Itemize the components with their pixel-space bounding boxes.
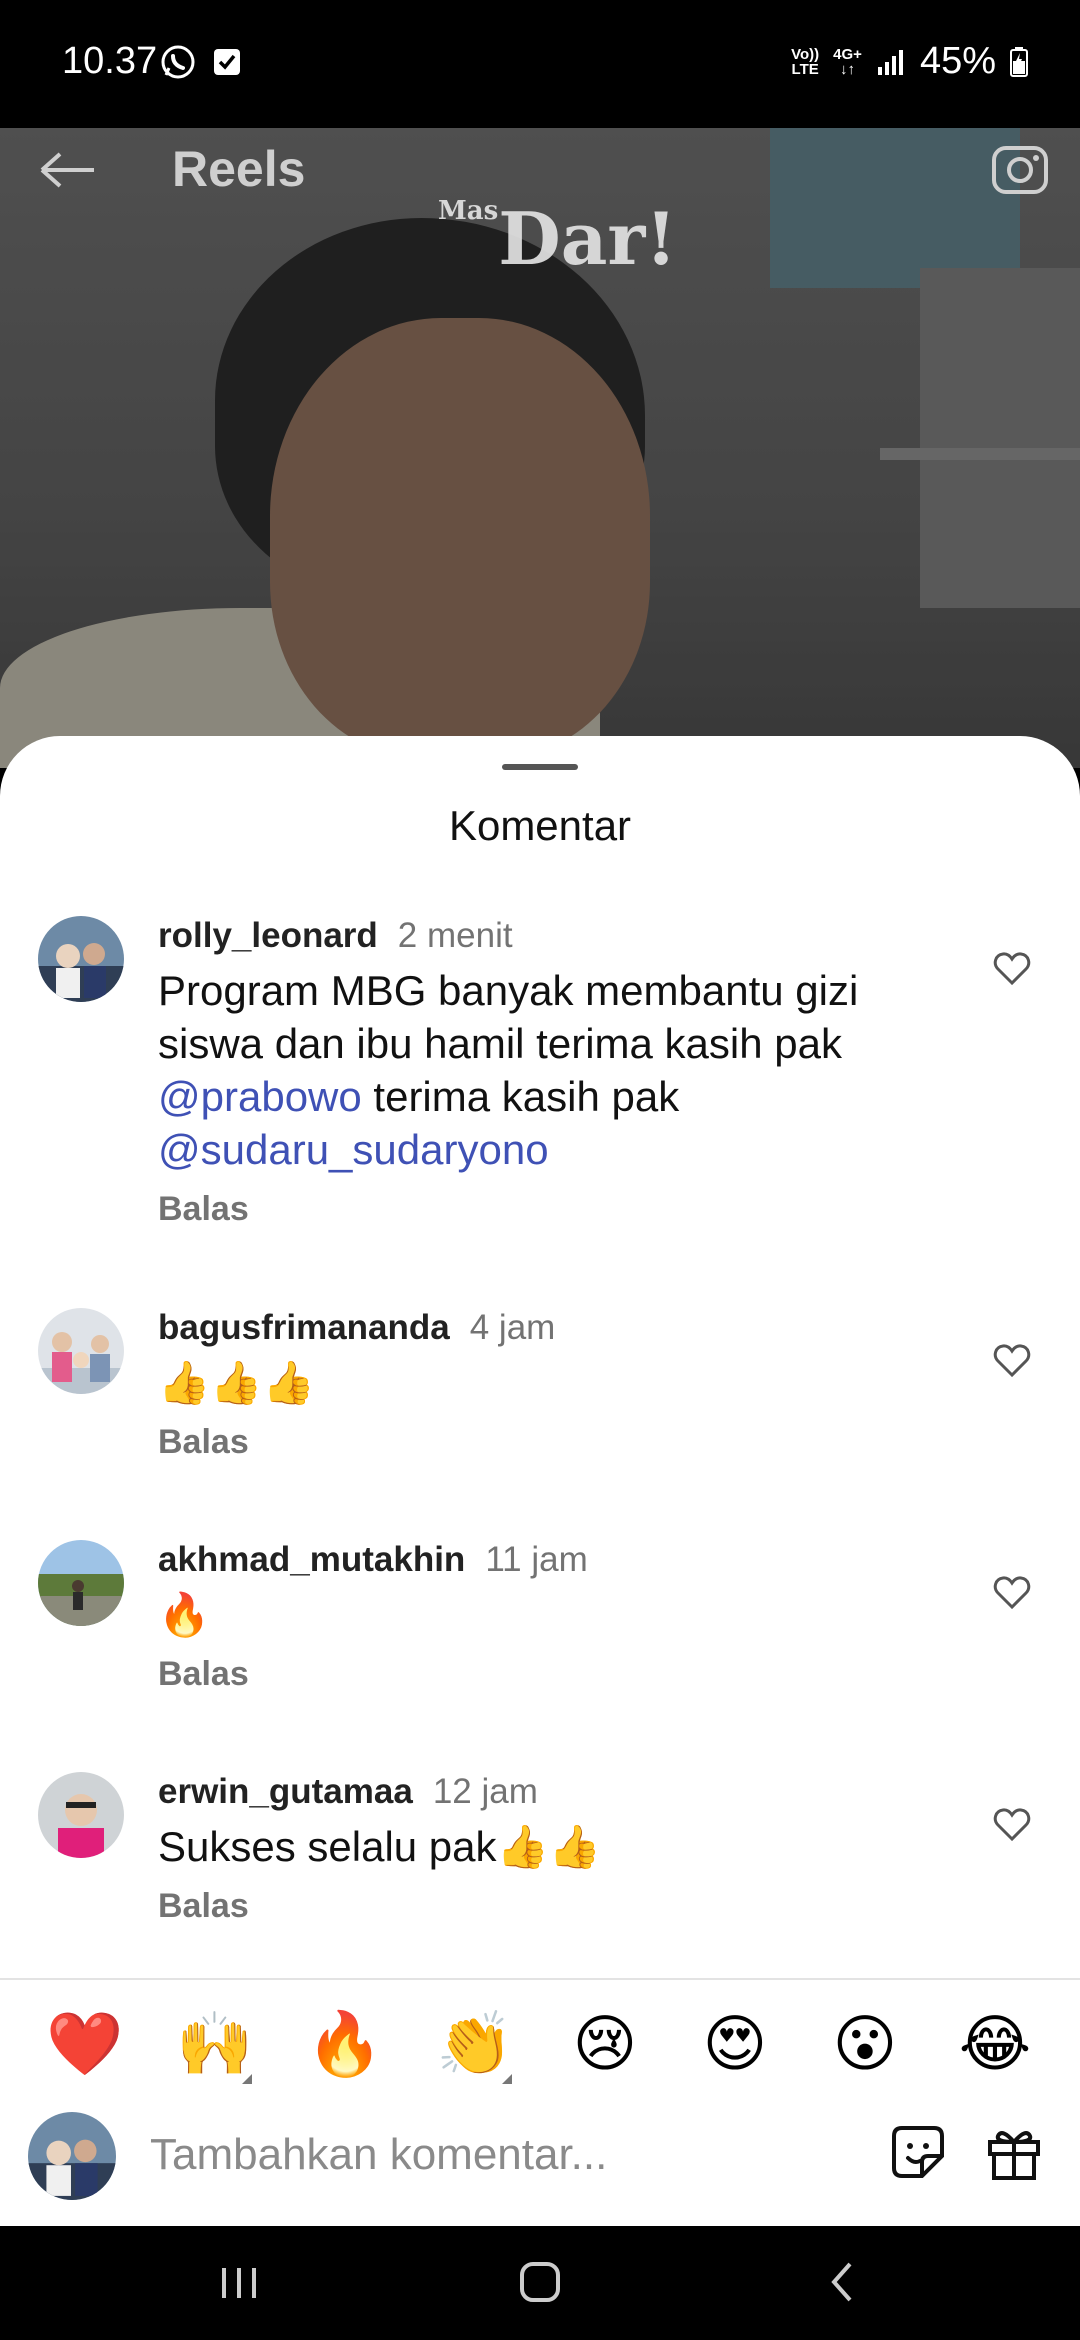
avatar[interactable] xyxy=(38,1772,124,1858)
comment-time: 4 jam xyxy=(469,1308,556,1347)
back-arrow-icon[interactable] xyxy=(38,150,98,190)
volte-indicator: Vo)) LTE xyxy=(791,45,820,78)
status-time: 10.37 xyxy=(62,40,158,82)
comment-username[interactable]: rolly_leonard xyxy=(158,916,378,956)
system-nav-bar xyxy=(0,2226,1080,2340)
comment-time: 12 jam xyxy=(432,1772,538,1811)
emoji-laughing-button[interactable]: 😂 xyxy=(950,2000,1040,2090)
mention-link[interactable]: @prabowo xyxy=(158,1073,362,1120)
emoji-heart-button[interactable]: ❤️ xyxy=(40,2000,130,2090)
emoji-fire-button[interactable]: 🔥 xyxy=(300,2000,390,2090)
emoji-variant-indicator xyxy=(242,2074,252,2084)
composer-divider xyxy=(0,1978,1080,1980)
reply-button[interactable]: Balas xyxy=(158,1655,970,1694)
video-watermark: MasDar! xyxy=(438,196,677,281)
comment-time: 11 jam xyxy=(485,1540,588,1579)
comment-text: 🔥 xyxy=(158,1591,211,1638)
heart-outline-icon[interactable] xyxy=(992,1804,1032,1844)
comment-body: akhmad_mutakhin 11 jam 🔥 Balas xyxy=(158,1540,970,1694)
reels-title: Reels xyxy=(172,141,306,197)
heart-outline-icon[interactable] xyxy=(992,1340,1032,1380)
battery-charging-icon xyxy=(1010,46,1028,77)
home-icon[interactable] xyxy=(505,2252,575,2312)
recents-icon[interactable] xyxy=(204,2252,274,2312)
battery-percent: 45% xyxy=(919,40,996,82)
comment-body: bagusfrimananda 4 jam 👍👍👍 Balas xyxy=(158,1308,970,1462)
emoji-crying-button[interactable]: 😢 xyxy=(560,2000,650,2090)
emoji-surprised-button[interactable]: 😮 xyxy=(820,2000,910,2090)
reply-button[interactable]: Balas xyxy=(158,1887,970,1926)
comment-body: erwin_gutamaa 12 jam Sukses selalu pak👍👍… xyxy=(158,1772,970,1926)
status-right: Vo)) LTE 4G+ ↓↑ 45% xyxy=(791,40,1028,83)
comment-time: 2 menit xyxy=(397,916,513,955)
emoji-heart-eyes-button[interactable]: 😍 xyxy=(690,2000,780,2090)
comment-input[interactable] xyxy=(150,2120,850,2190)
status-notification-icons xyxy=(160,44,242,80)
avatar[interactable] xyxy=(38,1308,124,1394)
avatar[interactable] xyxy=(38,1540,124,1626)
avatar[interactable] xyxy=(38,916,124,1002)
gift-icon[interactable] xyxy=(984,2122,1044,2182)
signal-icon xyxy=(877,49,903,75)
check-box-icon xyxy=(214,49,240,75)
heart-outline-icon[interactable] xyxy=(992,1572,1032,1612)
emoji-clap-button[interactable]: 👏 xyxy=(430,2000,520,2090)
status-bar: 10.37 Vo)) LTE 4G+ ↓↑ 45% xyxy=(0,0,1080,128)
camera-icon[interactable] xyxy=(990,138,1050,198)
comment-text: 👍👍👍 xyxy=(158,1359,315,1406)
comment-composer xyxy=(0,2108,1080,2218)
emoji-variant-indicator xyxy=(502,2074,512,2084)
data-type-indicator: 4G+ ↓↑ xyxy=(833,45,862,78)
emoji-raising-hands-button[interactable]: 🙌 xyxy=(170,2000,260,2090)
whatsapp-icon xyxy=(161,45,195,79)
mention-link[interactable]: @sudaru_sudaryono xyxy=(158,1126,549,1173)
comment-text: Program MBG banyak membantu gizi siswa d… xyxy=(158,967,859,1173)
sheet-title: Komentar xyxy=(448,802,632,849)
emoji-quick-bar: ❤️ 🙌 🔥 👏 😢 😍 😮 😂 xyxy=(0,2000,1080,2090)
current-user-avatar xyxy=(28,2112,116,2200)
comment-username[interactable]: akhmad_mutakhin xyxy=(158,1540,465,1580)
back-icon[interactable] xyxy=(808,2252,878,2312)
sheet-drag-handle[interactable] xyxy=(502,764,578,770)
sticker-icon[interactable] xyxy=(888,2122,948,2182)
comment-body: rolly_leonard 2 menit Program MBG banyak… xyxy=(158,916,970,1229)
heart-outline-icon[interactable] xyxy=(992,948,1032,988)
reply-button[interactable]: Balas xyxy=(158,1423,970,1462)
comment-text: Sukses selalu pak👍👍 xyxy=(158,1823,602,1870)
comment-username[interactable]: bagusfrimananda xyxy=(158,1308,450,1348)
reply-button[interactable]: Balas xyxy=(158,1190,970,1229)
comment-username[interactable]: erwin_gutamaa xyxy=(158,1772,413,1812)
